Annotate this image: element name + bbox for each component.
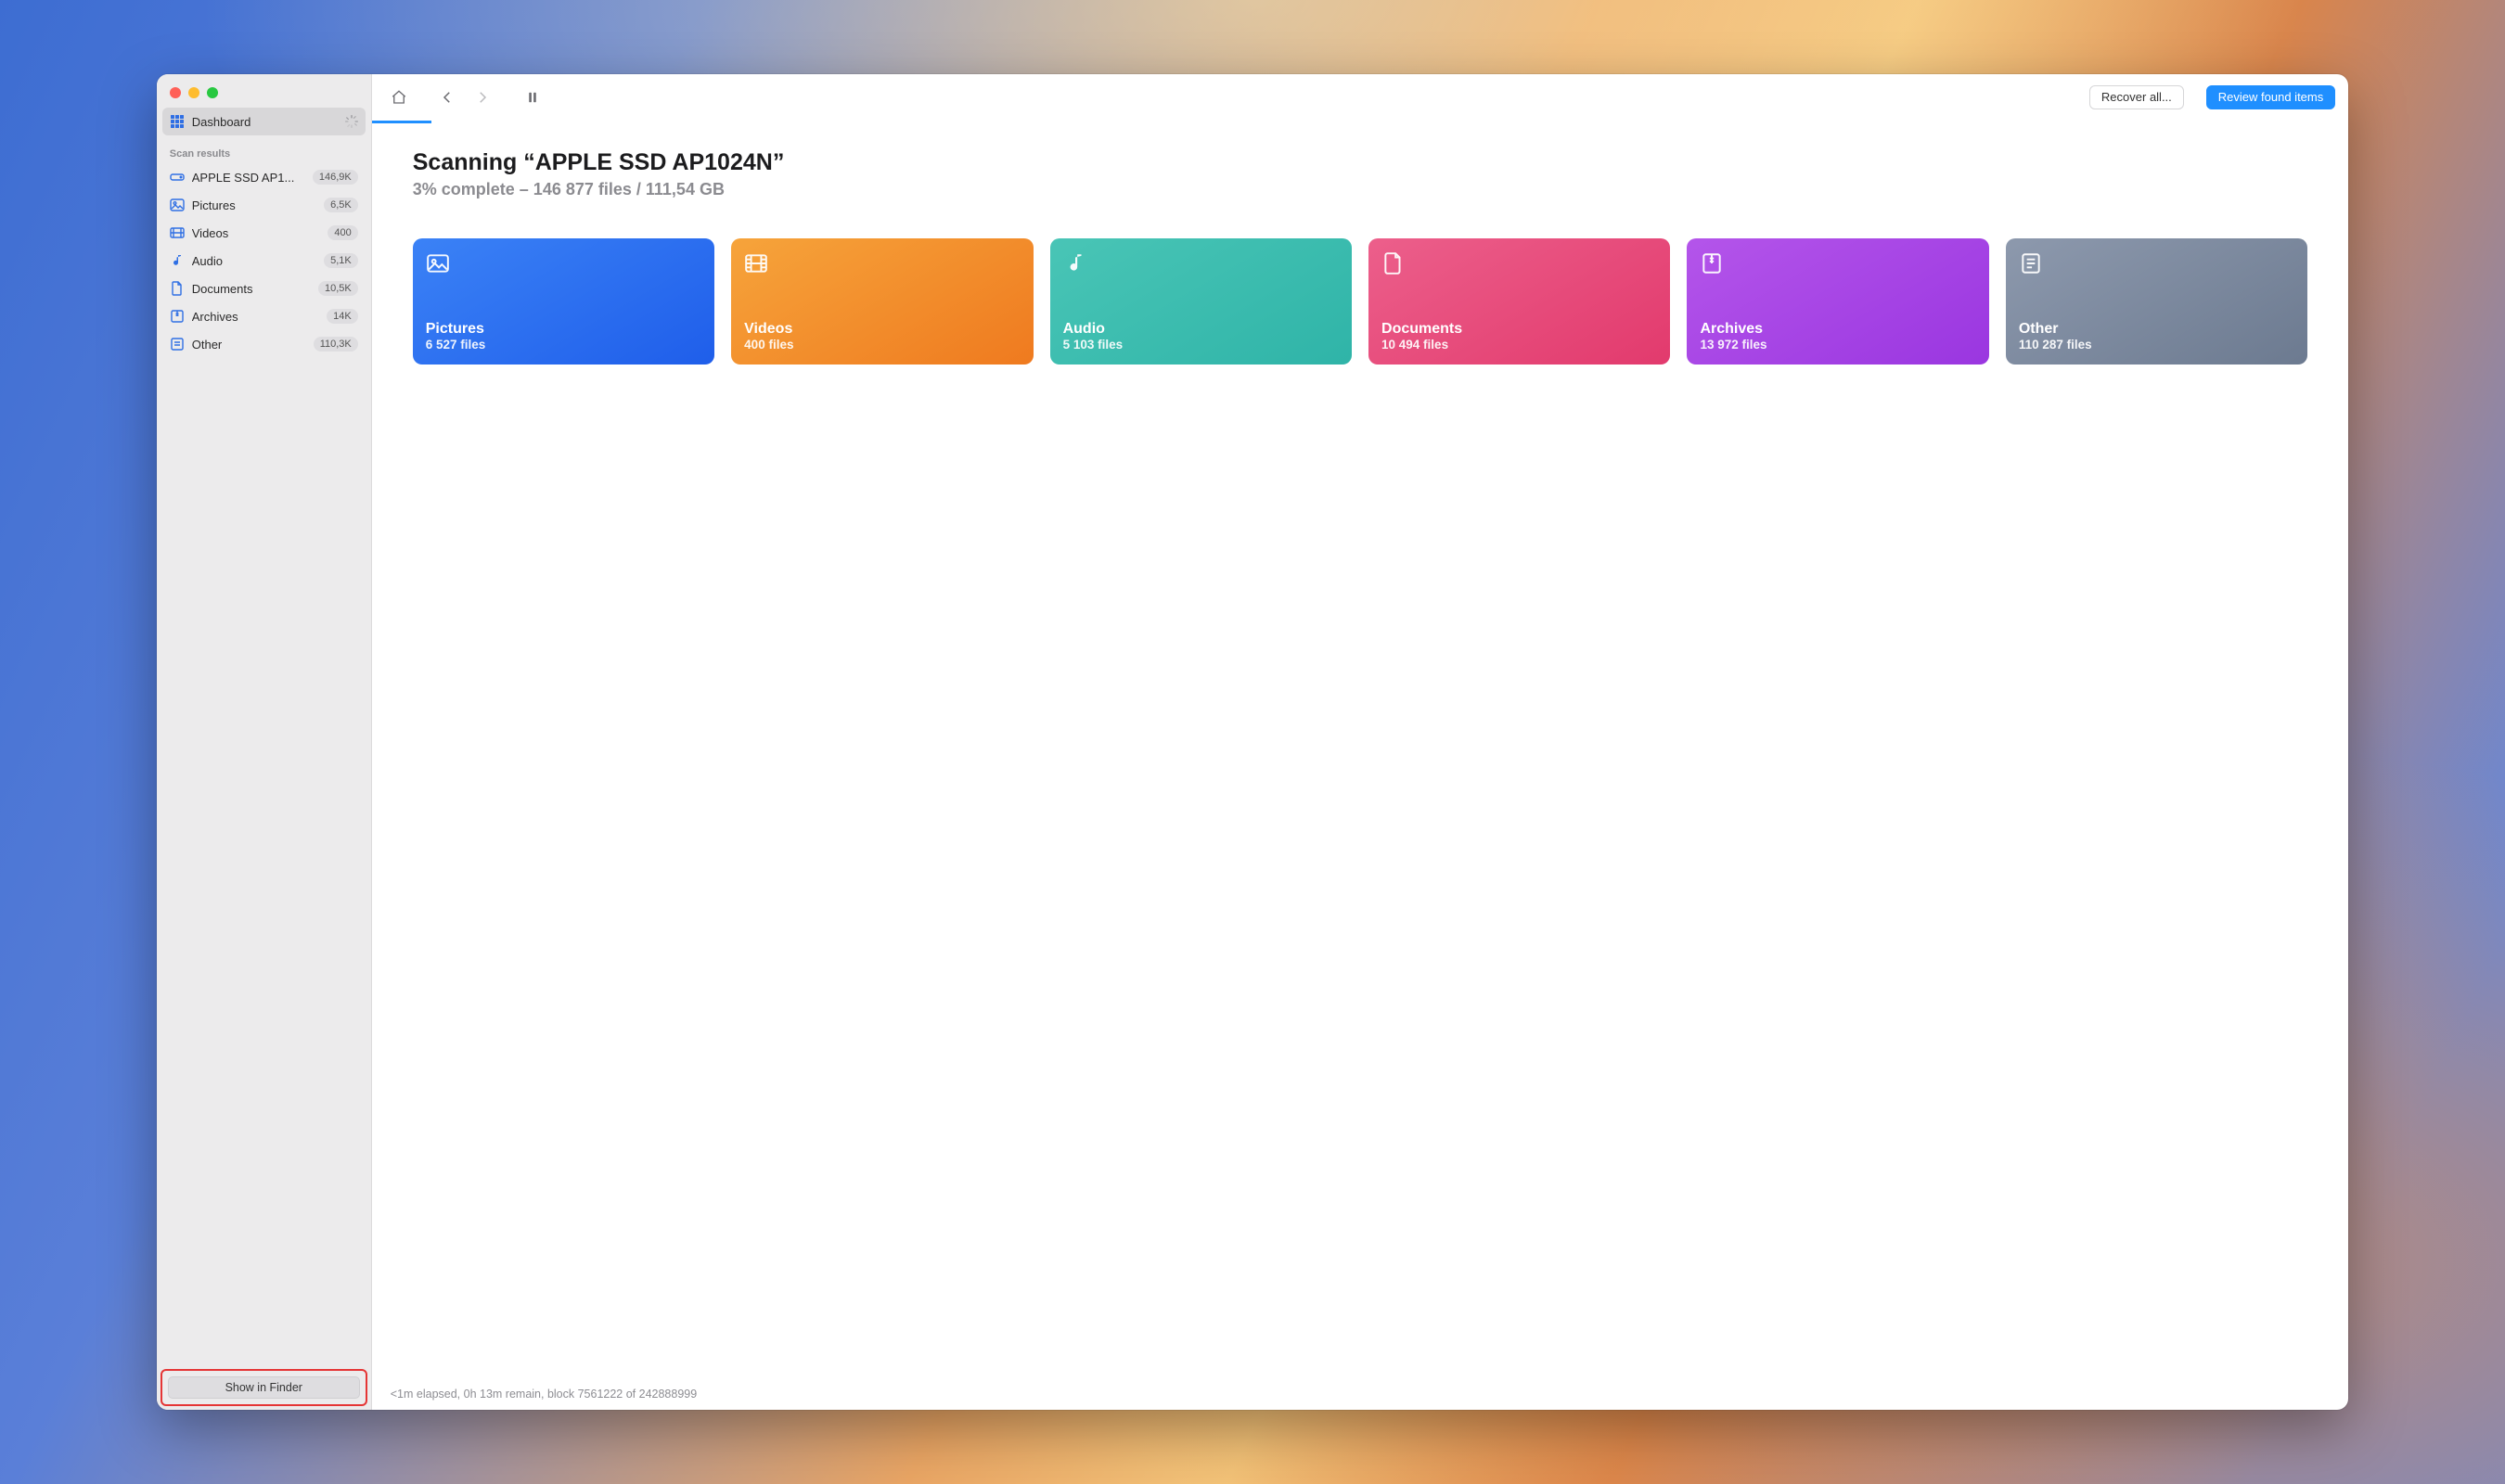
- picture-icon: [170, 198, 185, 212]
- card-subtitle: 10 494 files: [1381, 338, 1657, 352]
- card-title: Archives: [1700, 321, 1975, 338]
- grid-icon: [170, 114, 185, 129]
- page-subtitle: 3% complete – 146 877 files / 111,54 GB: [413, 180, 2308, 199]
- sidebar-item-other[interactable]: Other 110,3K: [162, 330, 366, 358]
- card-videos[interactable]: Videos 400 files: [731, 238, 1033, 365]
- sidebar-item-label: APPLE SSD AP1...: [192, 171, 305, 185]
- video-icon: [170, 225, 185, 240]
- main-area: Recover all... Review found items Scanni…: [372, 74, 2349, 1410]
- count-badge: 5,1K: [324, 253, 358, 268]
- show-in-finder-button[interactable]: Show in Finder: [168, 1376, 360, 1399]
- button-label: Show in Finder: [225, 1381, 302, 1394]
- app-window: Dashboard Scan results APPLE SSD AP1... …: [157, 74, 2349, 1410]
- document-icon: [1381, 251, 1406, 280]
- sidebar: Dashboard Scan results APPLE SSD AP1... …: [157, 74, 372, 1410]
- sidebar-item-audio[interactable]: Audio 5,1K: [162, 247, 366, 275]
- page-title: Scanning “APPLE SSD AP1024N”: [413, 149, 2308, 176]
- sidebar-item-label: Documents: [192, 282, 311, 296]
- sidebar-item-label: Audio: [192, 254, 316, 268]
- picture-icon: [426, 251, 450, 280]
- sidebar-section-title: Scan results: [157, 135, 371, 163]
- maximize-window-button[interactable]: [207, 87, 218, 98]
- home-button[interactable]: [385, 83, 413, 111]
- count-badge: 146,9K: [313, 170, 358, 185]
- card-audio[interactable]: Audio 5 103 files: [1050, 238, 1352, 365]
- recover-all-button[interactable]: Recover all...: [2089, 85, 2184, 109]
- category-cards: Pictures 6 527 files Videos 400 files Au…: [413, 238, 2308, 365]
- sidebar-item-label: Dashboard: [192, 115, 338, 129]
- sidebar-item-drive[interactable]: APPLE SSD AP1... 146,9K: [162, 163, 366, 191]
- close-window-button[interactable]: [170, 87, 181, 98]
- status-line: <1m elapsed, 0h 13m remain, block 756122…: [372, 1378, 2349, 1410]
- back-button[interactable]: [433, 83, 461, 111]
- card-subtitle: 110 287 files: [2019, 338, 2294, 352]
- sidebar-item-pictures[interactable]: Pictures 6,5K: [162, 191, 366, 219]
- count-badge: 14K: [327, 309, 358, 324]
- sidebar-item-documents[interactable]: Documents 10,5K: [162, 275, 366, 302]
- card-subtitle: 5 103 files: [1063, 338, 1339, 352]
- sidebar-item-videos[interactable]: Videos 400: [162, 219, 366, 247]
- card-title: Other: [2019, 321, 2294, 338]
- sidebar-item-label: Other: [192, 338, 306, 352]
- other-icon: [2019, 251, 2043, 280]
- card-title: Pictures: [426, 321, 701, 338]
- card-title: Videos: [744, 321, 1020, 338]
- sidebar-item-label: Archives: [192, 310, 319, 324]
- archive-icon: [1700, 251, 1724, 280]
- card-other[interactable]: Other 110 287 files: [2006, 238, 2307, 365]
- drive-icon: [170, 170, 185, 185]
- loading-spinner-icon: [345, 115, 358, 128]
- card-pictures[interactable]: Pictures 6 527 files: [413, 238, 714, 365]
- button-label: Review found items: [2218, 90, 2323, 104]
- sidebar-item-label: Videos: [192, 226, 321, 240]
- sidebar-item-dashboard[interactable]: Dashboard: [162, 108, 366, 135]
- content: Scanning “APPLE SSD AP1024N” 3% complete…: [372, 123, 2349, 1378]
- button-label: Recover all...: [2101, 90, 2172, 104]
- review-found-items-button[interactable]: Review found items: [2206, 85, 2335, 109]
- sidebar-item-archives[interactable]: Archives 14K: [162, 302, 366, 330]
- other-icon: [170, 337, 185, 352]
- sidebar-item-label: Pictures: [192, 198, 316, 212]
- archive-icon: [170, 309, 185, 324]
- window-controls: [157, 74, 371, 108]
- card-subtitle: 400 files: [744, 338, 1020, 352]
- count-badge: 10,5K: [318, 281, 358, 296]
- count-badge: 400: [328, 225, 357, 240]
- card-title: Audio: [1063, 321, 1339, 338]
- forward-button[interactable]: [469, 83, 496, 111]
- card-documents[interactable]: Documents 10 494 files: [1368, 238, 1670, 365]
- audio-icon: [1063, 251, 1087, 280]
- card-subtitle: 13 972 files: [1700, 338, 1975, 352]
- card-subtitle: 6 527 files: [426, 338, 701, 352]
- video-icon: [744, 251, 768, 280]
- toolbar: Recover all... Review found items: [372, 74, 2349, 121]
- document-icon: [170, 281, 185, 296]
- scan-progress-bar: [372, 121, 2349, 123]
- count-badge: 110,3K: [314, 337, 358, 352]
- audio-icon: [170, 253, 185, 268]
- minimize-window-button[interactable]: [188, 87, 199, 98]
- card-title: Documents: [1381, 321, 1657, 338]
- card-archives[interactable]: Archives 13 972 files: [1687, 238, 1988, 365]
- pause-button[interactable]: [519, 83, 546, 111]
- count-badge: 6,5K: [324, 198, 358, 212]
